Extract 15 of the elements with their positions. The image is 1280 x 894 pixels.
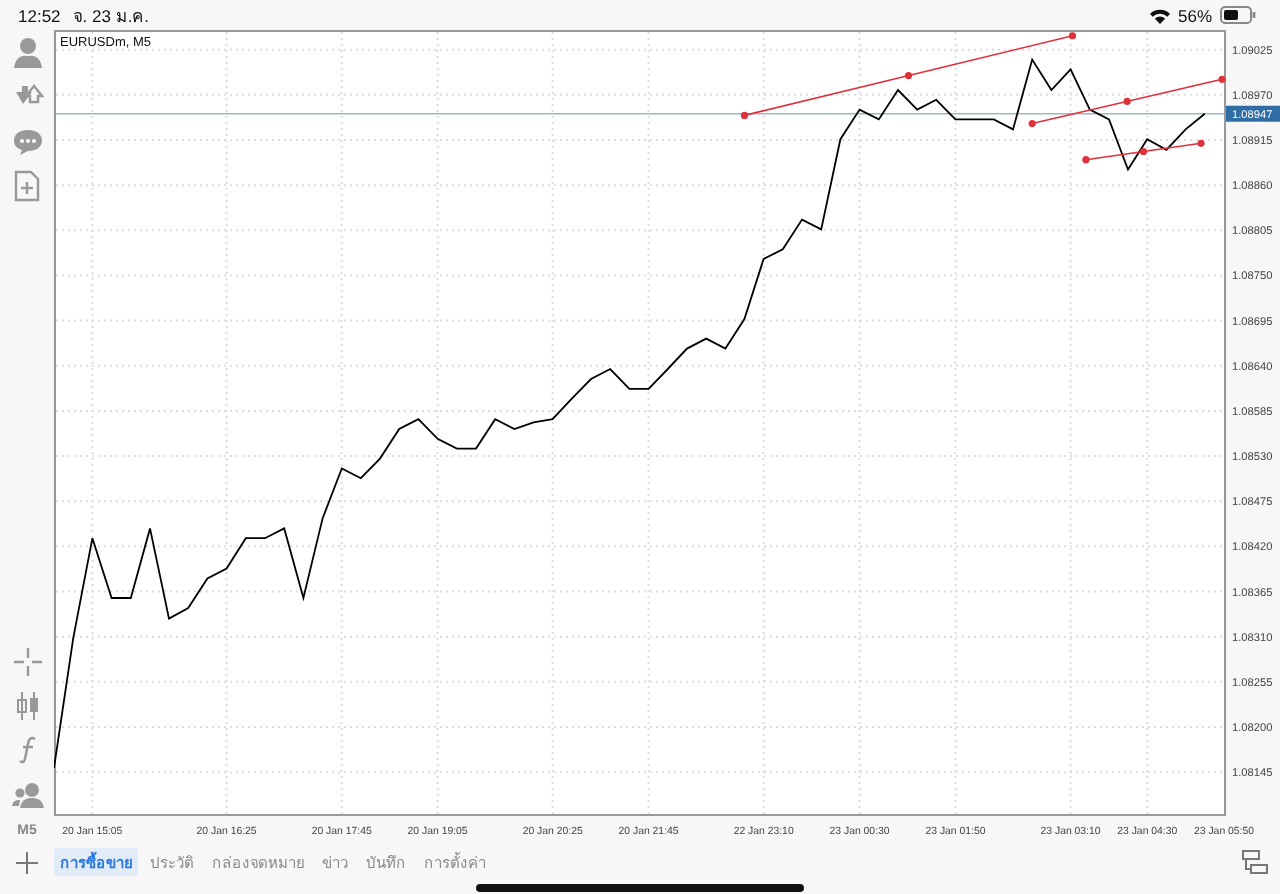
layout-icon[interactable] xyxy=(1242,850,1268,874)
chat-icon[interactable] xyxy=(11,128,43,156)
status-date: จ. 23 ม.ค. xyxy=(72,3,150,29)
battery-icon xyxy=(1220,6,1256,24)
people-icon[interactable] xyxy=(11,780,43,808)
trendline-drawing[interactable] xyxy=(740,32,1226,164)
crosshair-icon[interactable] xyxy=(13,648,41,676)
wifi-icon xyxy=(1149,7,1170,23)
battery-percent: 56% xyxy=(1177,5,1212,25)
plus-icon[interactable] xyxy=(16,851,38,873)
status-time: 12:52 xyxy=(18,5,61,25)
new-document-icon[interactable] xyxy=(14,170,40,202)
candlestick-icon[interactable] xyxy=(13,692,41,720)
person-icon[interactable] xyxy=(11,36,43,68)
function-icon[interactable] xyxy=(17,736,37,764)
